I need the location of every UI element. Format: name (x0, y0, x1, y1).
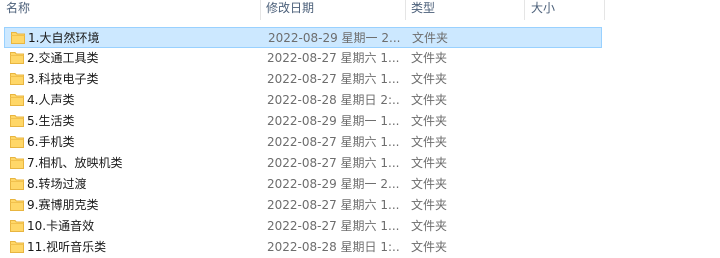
folder-row[interactable]: 9.赛博朋克类 2022-08-27 星期六 1... 文件夹 (4, 195, 602, 216)
folder-icon (11, 32, 25, 44)
folder-icon (10, 220, 24, 232)
folder-icon (10, 136, 24, 148)
folder-icon (10, 115, 24, 127)
folder-row[interactable]: 10.卡通音效 2022-08-27 星期六 1... 文件夹 (4, 216, 602, 237)
item-type: 文件夹 (411, 240, 448, 254)
modified-date: 2022-08-27 星期六 1... (267, 156, 399, 170)
modified-date: 2022-08-29 星期一 2... (268, 31, 400, 45)
column-header-name[interactable]: 名称 (6, 0, 30, 20)
folder-row[interactable]: 2.交通工具类 2022-08-27 星期六 1... 文件夹 (4, 48, 602, 69)
item-type: 文件夹 (411, 198, 448, 212)
folder-name: 6.手机类 (27, 135, 75, 149)
column-header-modified[interactable]: 修改日期 (266, 0, 314, 20)
folder-name: 2.交通工具类 (27, 51, 99, 65)
folder-row[interactable]: 5.生活类 2022-08-29 星期一 1... 文件夹 (4, 111, 602, 132)
folder-name: 8.转场过渡 (27, 177, 87, 191)
item-type: 文件夹 (412, 31, 449, 45)
folder-row[interactable]: 11.视听音乐类 2022-08-28 星期日 1:... 文件夹 (4, 237, 602, 258)
item-type: 文件夹 (411, 51, 448, 65)
column-divider[interactable] (405, 0, 406, 20)
column-divider[interactable] (524, 0, 525, 20)
folder-name: 11.视听音乐类 (27, 240, 107, 254)
folder-row[interactable]: 1.大自然环境 2022-08-29 星期一 2... 文件夹 (4, 27, 602, 48)
folder-icon (10, 178, 24, 190)
item-type: 文件夹 (411, 114, 448, 128)
folder-row[interactable]: 6.手机类 2022-08-27 星期六 1... 文件夹 (4, 132, 602, 153)
item-type: 文件夹 (411, 72, 448, 86)
item-type: 文件夹 (411, 93, 448, 107)
folder-icon (10, 73, 24, 85)
modified-date: 2022-08-27 星期六 1... (267, 219, 399, 233)
folder-row[interactable]: 7.相机、放映机类 2022-08-27 星期六 1... 文件夹 (4, 153, 602, 174)
column-divider[interactable] (604, 0, 605, 20)
folder-row[interactable]: 4.人声类 2022-08-28 星期日 2:... 文件夹 (4, 90, 602, 111)
modified-date: 2022-08-29 星期一 2... (267, 177, 399, 191)
folder-name: 3.科技电子类 (27, 72, 99, 86)
item-type: 文件夹 (411, 135, 448, 149)
folder-name: 1.大自然环境 (28, 31, 100, 45)
folder-icon (10, 157, 24, 169)
folder-icon (10, 94, 24, 106)
item-type: 文件夹 (411, 177, 448, 191)
folder-icon (10, 52, 24, 64)
modified-date: 2022-08-27 星期六 1... (267, 198, 399, 212)
folder-icon (10, 241, 24, 253)
folder-row[interactable]: 8.转场过渡 2022-08-29 星期一 2... 文件夹 (4, 174, 602, 195)
modified-date: 2022-08-27 星期六 1... (267, 72, 399, 86)
column-header-type[interactable]: 类型 (411, 0, 435, 20)
modified-date: 2022-08-28 星期日 2:... (267, 93, 399, 107)
folder-name: 7.相机、放映机类 (27, 156, 123, 170)
column-header-size[interactable]: 大小 (531, 0, 555, 20)
column-divider[interactable] (260, 0, 261, 20)
modified-date: 2022-08-29 星期一 1... (267, 114, 399, 128)
folder-name: 4.人声类 (27, 93, 75, 107)
folder-name: 5.生活类 (27, 114, 75, 128)
column-header-row: 名称 修改日期 类型 大小 (0, 0, 720, 22)
folder-name: 10.卡通音效 (27, 219, 95, 233)
modified-date: 2022-08-28 星期日 1:... (267, 240, 399, 254)
item-type: 文件夹 (411, 219, 448, 233)
folder-name: 9.赛博朋克类 (27, 198, 99, 212)
modified-date: 2022-08-27 星期六 1... (267, 135, 399, 149)
folder-icon (10, 199, 24, 211)
item-type: 文件夹 (411, 156, 448, 170)
folder-row[interactable]: 3.科技电子类 2022-08-27 星期六 1... 文件夹 (4, 69, 602, 90)
modified-date: 2022-08-27 星期六 1... (267, 51, 399, 65)
